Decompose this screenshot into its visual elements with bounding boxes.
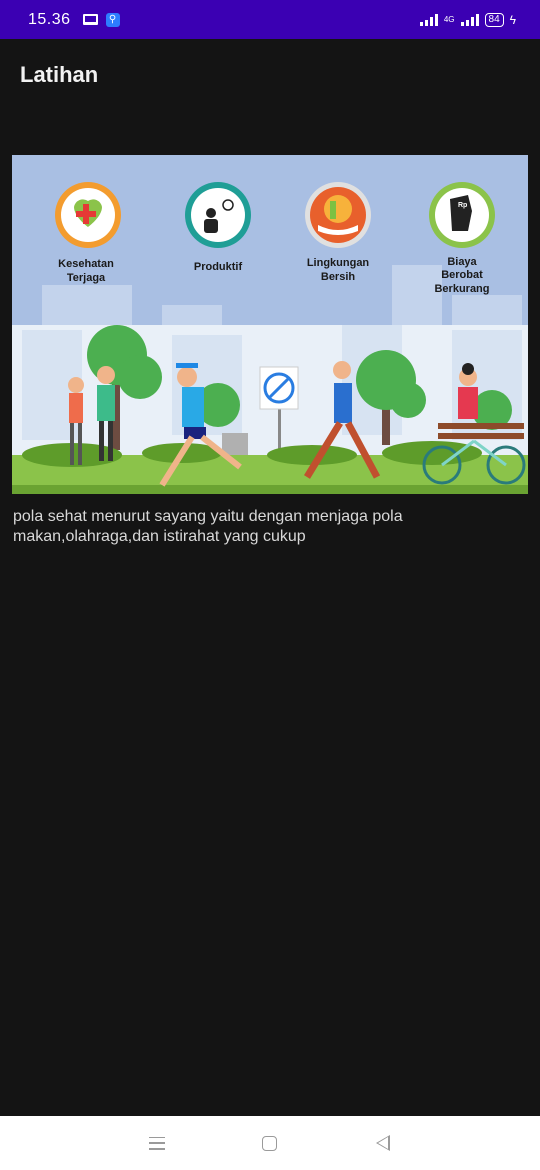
label-lingkungan: Lingkungan — [307, 257, 370, 269]
network-type: 4G — [443, 14, 455, 24]
productive-idea-icon — [185, 182, 251, 248]
label-terjaga: Terjaga — [67, 272, 106, 284]
battery-indicator: 84 — [484, 12, 504, 27]
signal-2-icon — [460, 13, 479, 26]
back-button[interactable] — [363, 1123, 403, 1163]
usb-icon: ⚲ — [105, 12, 120, 27]
status-right-icons: 4G 84 ϟ — [419, 12, 516, 27]
recent-apps-button[interactable] — [137, 1123, 177, 1163]
hero-illustration: Rp Kesehatan Terjaga Produktif Lingkunga… — [12, 155, 528, 494]
system-nav-bar — [0, 1116, 540, 1170]
home-button[interactable] — [250, 1123, 290, 1163]
status-bar: 15.36 ⚲ 4G 84 ϟ — [0, 0, 540, 39]
label-berobat: Berobat — [441, 269, 483, 281]
signal-icon — [419, 13, 438, 26]
description-text: pola sehat menurut sayang yaitu dengan m… — [13, 508, 403, 545]
menu-icon — [148, 1136, 165, 1150]
page-title: Latihan — [20, 62, 99, 87]
laptop-icon — [82, 14, 98, 25]
rp-badge: Rp — [458, 202, 467, 209]
label-biaya: Biaya — [447, 256, 477, 268]
charging-icon: ϟ — [509, 12, 516, 27]
app-bar: Latihan — [0, 39, 540, 111]
home-icon — [262, 1135, 278, 1151]
health-heart-icon — [55, 182, 121, 248]
back-icon — [376, 1135, 391, 1151]
status-time: 15.36 — [28, 10, 71, 28]
label-kesehatan: Kesehatan — [58, 258, 114, 270]
status-left-icons: ⚲ — [82, 12, 120, 27]
reduced-cost-icon: Rp — [429, 182, 495, 248]
clean-environment-icon — [305, 182, 371, 248]
label-bersih: Bersih — [321, 271, 356, 283]
hero-image: Rp Kesehatan Terjaga Produktif Lingkunga… — [12, 155, 528, 494]
label-berkurang: Berkurang — [434, 283, 489, 295]
label-produktif: Produktif — [194, 261, 243, 273]
